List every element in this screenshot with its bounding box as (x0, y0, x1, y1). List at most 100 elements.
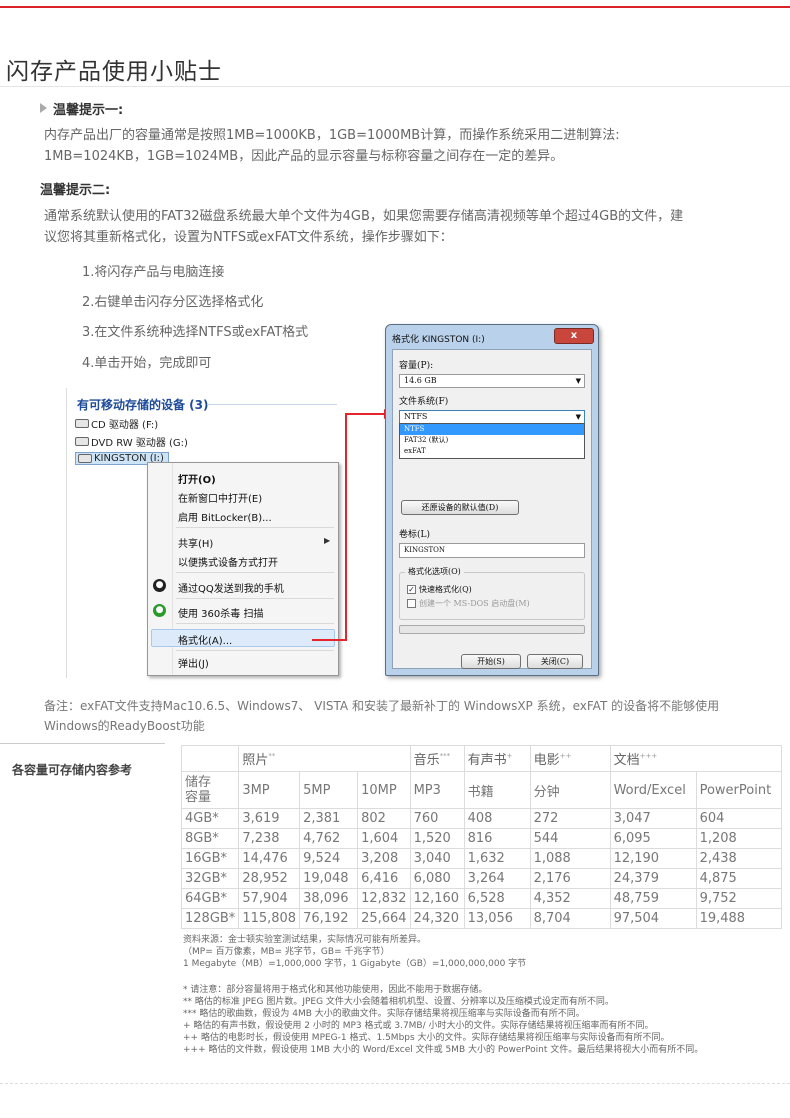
footnote-line: * 请注意：部分容量将用于格式化和其他功能使用，因此不能用于数据存储。 (183, 985, 488, 995)
capacity-select[interactable]: 14.6 GB ▼ (399, 374, 585, 388)
source-line: 1 Megabyte（MB）=1,000,000 字节，1 Gigabyte（G… (183, 959, 527, 969)
table-cell: 8,704 (529, 908, 611, 929)
table-subheader: 储存 容量 3MP 5MP 10MP MP3 书籍 分钟 Word/Excel P… (180, 771, 782, 809)
close-icon[interactable]: x (554, 328, 594, 344)
table-cell: 802 (357, 808, 411, 829)
table-corner (180, 745, 240, 772)
table-cell: 115,808 (238, 908, 301, 929)
group-label: 音乐 (413, 753, 440, 768)
table-row: 8GB* 7,238 4,762 1,604 1,520 816 544 6,095 1,208 (180, 828, 782, 849)
volume-input[interactable]: KINGSTON (399, 543, 585, 558)
footnote-mark: ++ (559, 752, 572, 760)
capacity-header-line: 容量 (185, 790, 212, 805)
dialog-body: 容量(P): 14.6 GB ▼ 文件系统(F) NTFS ▼ NTFS FAT32… (392, 349, 592, 669)
msdos-text: 创建一个 MS-DOS 启动盘(M) (419, 599, 530, 608)
quick-format-checkbox[interactable]: ✓ 快速格式化(Q) (407, 584, 472, 595)
footnote-mark: + (506, 752, 513, 760)
table-cell: 3,619 (238, 808, 301, 829)
table-cell: 19,048 (299, 868, 359, 889)
table-cell: 48,759 (609, 888, 697, 909)
table-cell: 25,664 (357, 908, 411, 929)
table-row: 16GB* 14,476 9,524 3,208 3,040 1,632 1,088 12,1… (180, 848, 782, 869)
capacity-header-line: 储存 (185, 775, 212, 790)
table-cell: 76,192 (299, 908, 359, 929)
format-progress-bar (399, 625, 585, 634)
table-cell: 1,520 (409, 828, 465, 849)
table-cell: 97,504 (609, 908, 697, 929)
table-cell: 544 (529, 828, 611, 849)
compatibility-note: 备注：exFAT文件支持Mac10.6.5、Windows7、 VISTA 和安… (44, 696, 790, 736)
group-photo: 照片** (238, 745, 411, 772)
fs-option[interactable]: exFAT (400, 446, 584, 457)
capacity-value: 14.6 GB (404, 376, 437, 385)
subheader-cell: Word/Excel (609, 771, 697, 809)
table-row: 4GB* 3,619 2,381 802 760 408 272 3,047 604 (180, 808, 782, 829)
footnote-mark: +++ (639, 752, 658, 760)
close-button[interactable]: 关闭(C) (527, 654, 583, 669)
table-cell: 12,832 (357, 888, 411, 909)
footnote-mark: ** (268, 752, 276, 760)
source-line: 资料来源：金士顿实验室测试结果，实际情况可能有所差异。 (183, 935, 427, 945)
subheader-cell: MP3 (409, 771, 465, 809)
table-cell: 6,080 (409, 868, 465, 889)
table-cell: 3,047 (609, 808, 697, 829)
table-cell: 3,040 (409, 848, 465, 869)
source-line: （MP= 百万像素，MB= 兆字节，GB= 千兆字节） (183, 947, 390, 957)
filesystem-label: 文件系统(F) (399, 397, 449, 407)
filesystem-select[interactable]: NTFS ▼ (399, 410, 585, 424)
format-options-label: 格式化选项(O) (405, 566, 464, 577)
table-cell: 1,632 (463, 848, 531, 869)
table-cell: 2,381 (299, 808, 359, 829)
table-cell: 3,208 (357, 848, 411, 869)
quick-format-text: 快速格式化(Q) (419, 585, 472, 594)
table-cell: 4,762 (299, 828, 359, 849)
footnote-mark: *** (439, 752, 451, 760)
chevron-down-icon: ▼ (575, 413, 581, 421)
start-button[interactable]: 开始(S) (461, 654, 521, 669)
bottom-divider (0, 1083, 790, 1084)
table-cell: 6,095 (609, 828, 697, 849)
table-cell: 1,208 (695, 828, 782, 849)
capacity-header: 储存 容量 (180, 771, 240, 809)
data-source-notes: 资料来源：金士顿实验室测试结果，实际情况可能有所差异。 （MP= 百万像素，MB… (183, 934, 790, 970)
restore-defaults-button[interactable]: 还原设备的默认值(D) (401, 500, 519, 515)
format-dialog: 格式化 KINGSTON (I:) x 容量(P): 14.6 GB ▼ 文件系统… (385, 324, 599, 676)
fs-option[interactable]: FAT32 (默认) (400, 435, 584, 446)
table-cell: 12,160 (409, 888, 465, 909)
note-line: Windows的ReadyBoost功能 (44, 719, 205, 733)
chevron-down-icon: ▼ (575, 377, 581, 385)
table-cell: 38,096 (299, 888, 359, 909)
table-cell: 1,088 (529, 848, 611, 869)
capacity-table: 照片** 音乐*** 有声书+ 电影++ 文档+++ 储存 容量 3MP 5MP … (180, 745, 782, 929)
subheader-cell: 5MP (299, 771, 359, 809)
table-row: 32GB* 28,952 19,048 6,416 6,080 3,264 2,176 24,… (180, 868, 782, 889)
group-label: 电影 (533, 753, 560, 768)
table-cell: 32GB* (180, 868, 240, 889)
table-cell: 2,176 (529, 868, 611, 889)
group-audiobook: 有声书+ (463, 745, 531, 772)
table-cell: 13,056 (463, 908, 531, 929)
footnote-line: *** 略估的歌曲数，假设为 4MB 大小的歌曲文件。实际存储结果将视压缩率与实… (183, 1009, 585, 1019)
group-music: 音乐*** (409, 745, 465, 772)
group-movie: 电影++ (529, 745, 611, 772)
subheader-cell: 书籍 (463, 771, 531, 809)
table-cell: 2,438 (695, 848, 782, 869)
fs-option[interactable]: NTFS (400, 424, 584, 435)
table-cell: 12,190 (609, 848, 697, 869)
subheader-cell: 3MP (238, 771, 301, 809)
table-cell: 57,904 (238, 888, 301, 909)
table-cell: 816 (463, 828, 531, 849)
table-cell: 9,524 (299, 848, 359, 869)
checkmark-icon: ✓ (407, 585, 416, 594)
msdos-checkbox[interactable]: 创建一个 MS-DOS 启动盘(M) (407, 598, 530, 609)
footnote-line: ** 略估的标准 JPEG 图片数。JPEG 文件大小会随着相机机型、设置、分辨… (183, 997, 614, 1007)
table-cell: 408 (463, 808, 531, 829)
table-group-header: 照片** 音乐*** 有声书+ 电影++ 文档+++ (180, 745, 782, 772)
footnotes: * 请注意：部分容量将用于格式化和其他功能使用，因此不能用于数据存储。 ** 略… (183, 984, 790, 1056)
table-cell: 14,476 (238, 848, 301, 869)
footnote-line: ++ 略估的电影时长，假设使用 MPEG-1 格式、1.5Mbps 大小的文件。… (183, 1033, 670, 1043)
filesystem-value: NTFS (404, 412, 428, 421)
filesystem-dropdown: NTFS FAT32 (默认) exFAT (399, 423, 585, 459)
table-cell: 4,352 (529, 888, 611, 909)
table-cell: 28,952 (238, 868, 301, 889)
